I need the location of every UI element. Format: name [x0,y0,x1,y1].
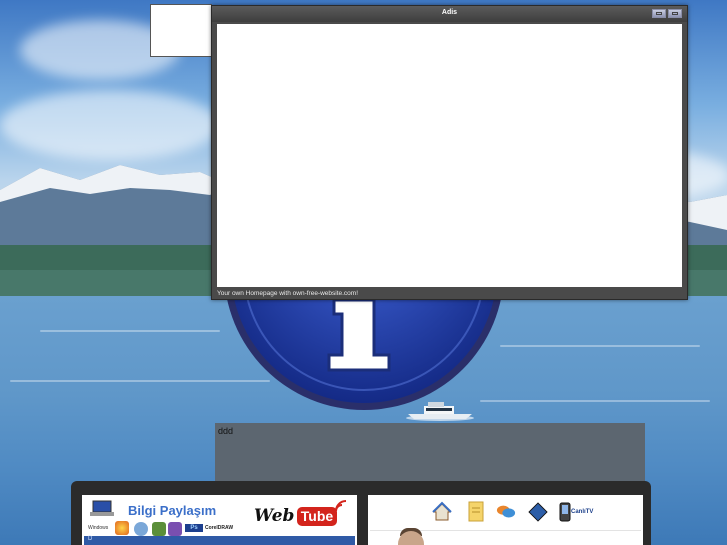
phone-label: CanlıTV [571,509,594,515]
popup-titlebar[interactable]: Adis [212,6,687,22]
boat [406,402,474,421]
home-icon[interactable] [432,501,452,523]
laptop-icon [90,500,114,516]
browser-icon [134,522,148,536]
left-banner[interactable]: Bilgi Paylaşım Web Tube Windows Ps Corel… [82,495,357,545]
web-label: Web [254,506,295,526]
document-icon[interactable] [466,501,486,523]
minimize-icon [656,12,662,15]
windows-label: Windows [88,525,109,531]
photoshop-badge: Ps [185,524,203,532]
chat-icon[interactable] [496,501,516,523]
app-icon [152,522,166,536]
film-icon[interactable] [528,501,548,523]
corel-label: CorelDRAW [205,525,234,531]
wave [500,345,700,347]
tube-logo: Tube [297,507,337,526]
popup-content [217,24,682,287]
media-icon [115,521,129,535]
close-button[interactable] [668,9,682,18]
close-icon [672,12,678,15]
banner-title: Bilgi Paylaşım [128,503,217,518]
content-box-text: ddd [218,426,234,436]
minimize-button[interactable] [652,9,666,18]
small-white-box [150,4,212,57]
wave [40,330,220,332]
signal-icon [335,500,347,512]
popup-window: Adis Your own Homepage with own-free-web… [211,5,688,300]
popup-title: Adis [441,9,458,16]
right-banner[interactable]: CanlıTV [368,495,643,545]
content-box: ddd [215,423,645,483]
banner-strip: D [84,536,355,545]
app-icon [168,522,182,536]
popup-footer-link[interactable]: Your own Homepage with own-free-website.… [217,290,358,297]
wave [480,400,710,402]
strip-text: D [88,536,93,542]
